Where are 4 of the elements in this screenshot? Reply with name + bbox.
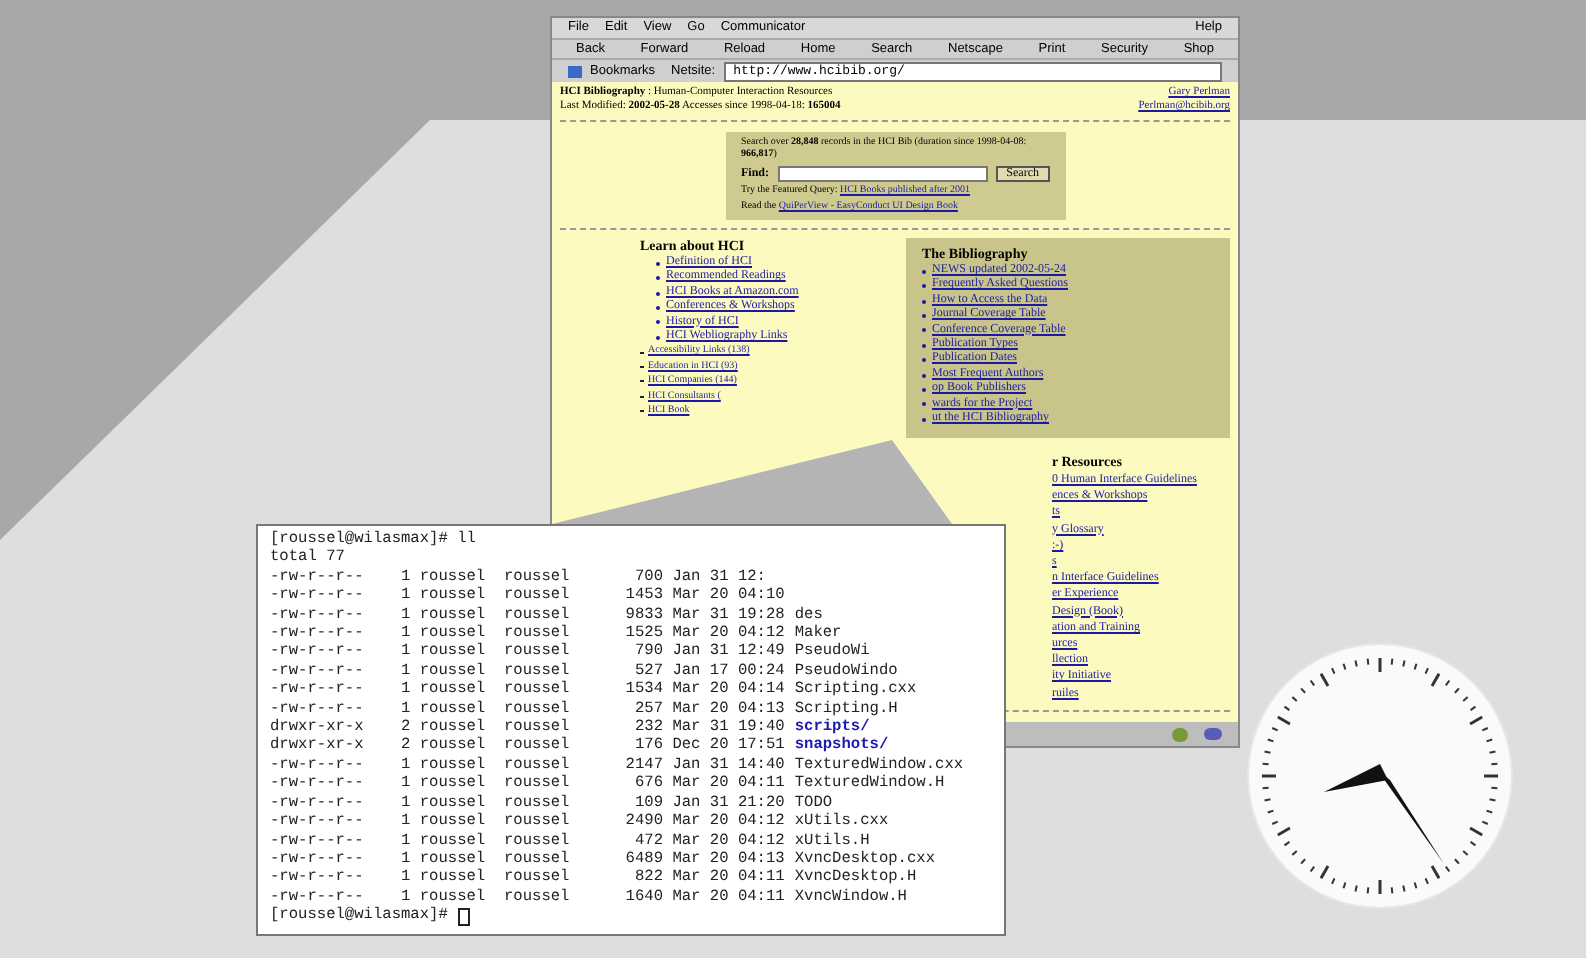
cursor-icon bbox=[457, 908, 470, 927]
dash-icon bbox=[640, 366, 644, 369]
dash-icon bbox=[640, 395, 644, 398]
find-field[interactable] bbox=[777, 166, 989, 182]
